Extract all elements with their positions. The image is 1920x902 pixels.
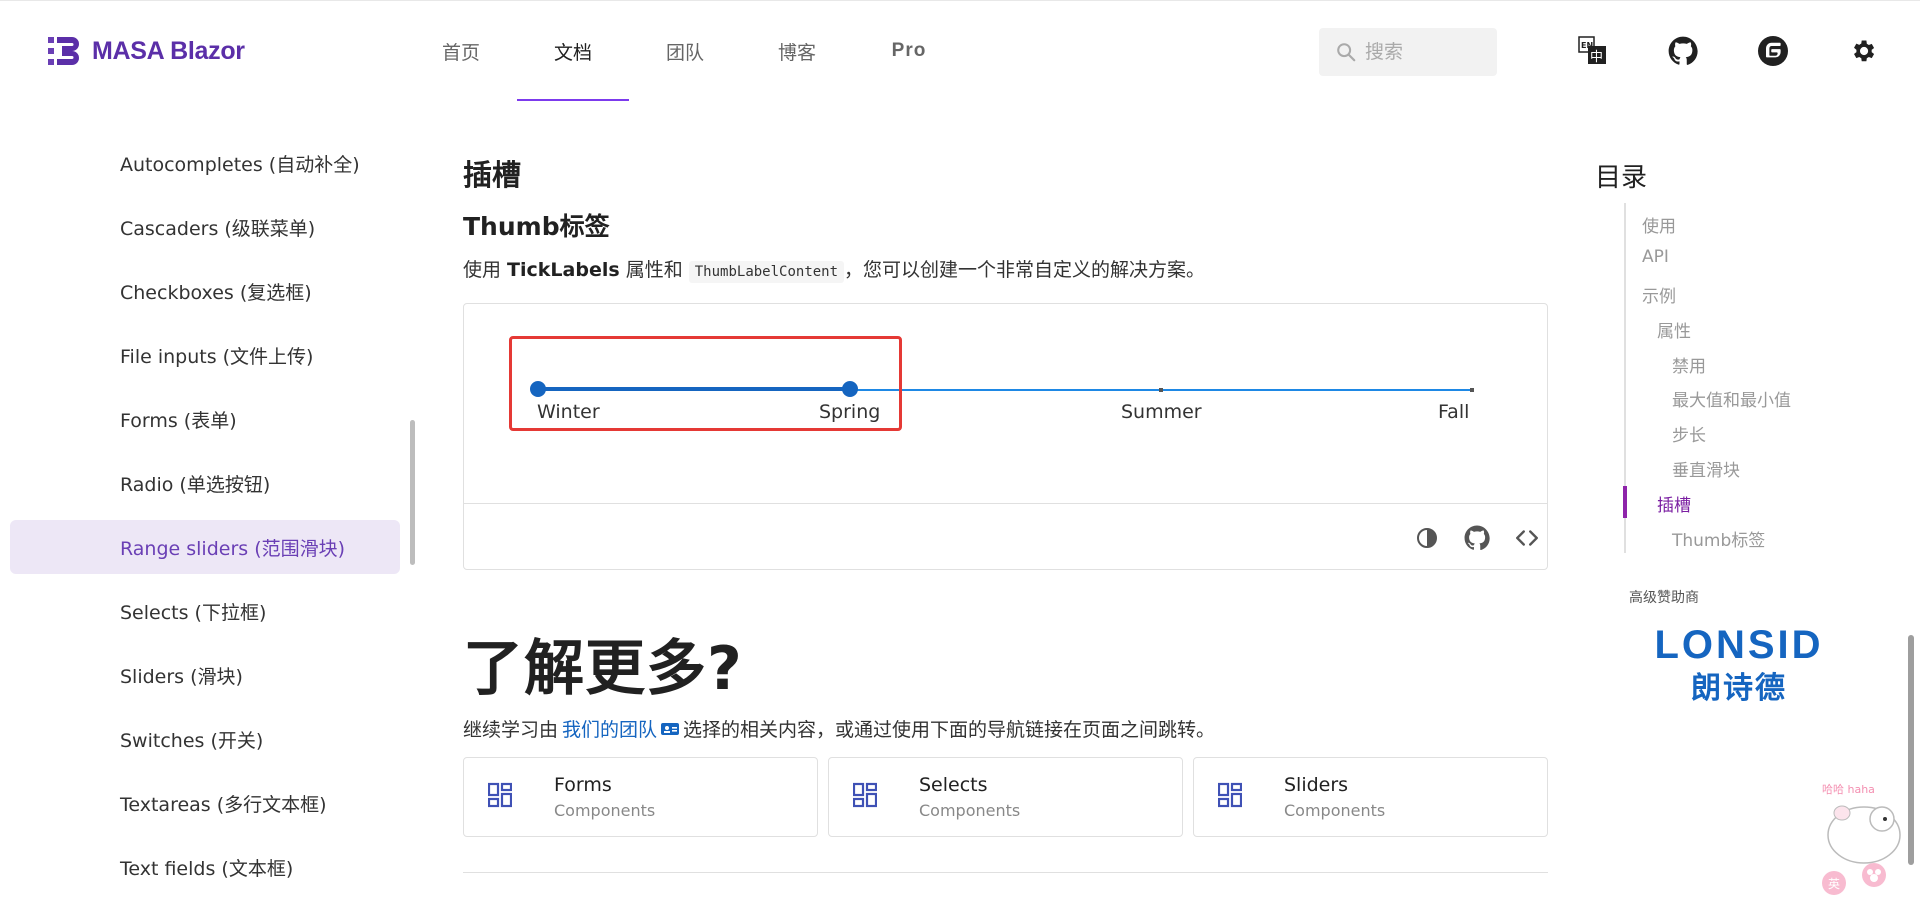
card-subtitle: Components — [919, 801, 1021, 820]
card-title: Selects — [919, 774, 988, 796]
sidebar-item-switches[interactable]: Switches (开关) — [10, 712, 400, 766]
sidebar-item-selects[interactable]: Selects (下拉框) — [10, 584, 400, 638]
ticklabels-prop: TickLabels — [507, 259, 620, 281]
sponsor-label: 高级赞助商 — [1629, 590, 1699, 606]
nav-pro[interactable]: Pro — [853, 1, 965, 101]
svg-text:朗诗德: 朗诗德 — [1691, 671, 1787, 704]
app-header: MASA Blazor 首页 文档 团队 博客 Pro EN 中 — [0, 0, 1920, 101]
sidebar-item-autocompletes[interactable]: Autocompletes (自动补全) — [10, 136, 400, 190]
mascot-badge-left: 英 — [1828, 877, 1840, 891]
top-nav: 首页 文档 团队 博客 Pro — [405, 1, 965, 101]
code-icon[interactable] — [1513, 524, 1541, 552]
language-switch-icon[interactable]: EN 中 — [1577, 35, 1609, 67]
card-subtitle: Components — [1284, 801, 1386, 820]
sidebar-item-sliders[interactable]: Sliders (滑块) — [10, 648, 400, 702]
toc-item-examples[interactable]: 示例 — [1642, 282, 1676, 307]
section-title: 插槽 — [463, 158, 522, 192]
card-title: Forms — [554, 774, 612, 796]
learn-more-title: 了解更多? — [463, 634, 743, 704]
our-team-link[interactable]: 我们的团队 — [562, 715, 657, 742]
search-input[interactable] — [1365, 41, 1485, 63]
logo[interactable]: MASA Blazor — [48, 34, 245, 68]
thumblabelcontent-code: ThumbLabelContent — [688, 261, 845, 283]
tick-label-fall: Fall — [1438, 401, 1470, 423]
nav-docs[interactable]: 文档 — [517, 1, 629, 101]
example-card: Winter Spring Summer Fall — [463, 303, 1548, 570]
svg-text:LONSID: LONSID — [1654, 623, 1823, 667]
masa-logo-icon — [48, 37, 79, 65]
toc-item-props[interactable]: 属性 — [1657, 317, 1691, 342]
nav-home[interactable]: 首页 — [405, 1, 517, 101]
sidebar-item-cascaders[interactable]: Cascaders (级联菜单) — [10, 200, 400, 254]
sidebar-item-textareas[interactable]: Textareas (多行文本框) — [10, 776, 400, 830]
toc-item-disabled[interactable]: 禁用 — [1672, 352, 1706, 377]
example-preview: Winter Spring Summer Fall — [464, 304, 1547, 503]
nav-team[interactable]: 团队 — [629, 1, 741, 101]
svg-text:中: 中 — [1590, 50, 1603, 65]
tick-label-summer: Summer — [1121, 401, 1202, 423]
footer-divider — [463, 872, 1548, 873]
logo-text: MASA Blazor — [92, 36, 245, 65]
slider-tick — [1470, 388, 1474, 392]
card-title: Sliders — [1284, 774, 1349, 796]
toc-item-usage[interactable]: 使用 — [1642, 212, 1676, 237]
sidebar-scrollbar[interactable] — [410, 420, 415, 565]
sidebar-item-file-inputs[interactable]: File inputs (文件上传) — [10, 328, 400, 382]
settings-icon[interactable] — [1847, 35, 1879, 67]
toc-item-api[interactable]: API — [1642, 247, 1669, 267]
toc-item-step[interactable]: 步长 — [1672, 421, 1706, 446]
sidebar-item-forms[interactable]: Forms (表单) — [10, 392, 400, 446]
github-icon[interactable] — [1667, 35, 1699, 67]
sponsor-logo[interactable]: LONSID 朗诗德 — [1627, 622, 1852, 704]
gitee-icon[interactable] — [1757, 35, 1789, 67]
sidebar-item-checkboxes[interactable]: Checkboxes (复选框) — [10, 264, 400, 318]
nav-blog[interactable]: 博客 — [741, 1, 853, 101]
related-card-selects[interactable]: Selects Components — [828, 757, 1183, 837]
sidebar-item-range-sliders[interactable]: Range sliders (范围滑块) — [10, 520, 400, 574]
card-subtitle: Components — [554, 801, 656, 820]
example-toolbar — [464, 503, 1547, 569]
dashboard-icon — [853, 782, 877, 808]
github-icon[interactable] — [1463, 524, 1491, 552]
dashboard-icon — [1218, 782, 1242, 808]
sidebar-item-text-fields[interactable]: Text fields (文本框) — [10, 840, 400, 894]
search-icon — [1337, 43, 1356, 62]
sidebar-item-radio[interactable]: Radio (单选按钮) — [10, 456, 400, 510]
toc-item-thumb-label[interactable]: Thumb标签 — [1672, 526, 1765, 551]
learn-more-description: 继续学习由 我们的团队 选择的相关内容，或通过使用下面的导航链接在页面之间跳转。 — [463, 715, 1215, 742]
sidebar: Autocompletes (自动补全) Cascaders (级联菜单) Ch… — [0, 100, 420, 902]
section-description: 使用 TickLabels 属性和 ThumbLabelContent ，您可以创… — [463, 259, 1206, 283]
slider-tick — [1159, 388, 1163, 392]
toc-title: 目录 — [1595, 163, 1648, 193]
related-cards: Forms Components Selects Components Slid… — [463, 757, 1548, 837]
team-badge-icon — [661, 722, 680, 735]
related-card-sliders[interactable]: Sliders Components — [1193, 757, 1548, 837]
invert-colors-icon[interactable] — [1413, 524, 1441, 552]
toc-item-vertical[interactable]: 垂直滑块 — [1672, 456, 1740, 481]
dashboard-icon — [488, 782, 512, 808]
mascot-widget[interactable]: 哈哈 haha 英 — [1812, 775, 1912, 902]
mascot-text: 哈哈 haha — [1822, 783, 1875, 796]
related-card-forms[interactable]: Forms Components — [463, 757, 818, 837]
toc-item-slots[interactable]: 插槽 — [1657, 491, 1691, 516]
toc-active-indicator — [1623, 486, 1627, 518]
subsection-title: Thumb标签 — [463, 212, 610, 241]
toc-item-min-max[interactable]: 最大值和最小值 — [1672, 386, 1791, 411]
search-box[interactable] — [1319, 28, 1497, 76]
annotation-highlight-box — [509, 336, 902, 431]
